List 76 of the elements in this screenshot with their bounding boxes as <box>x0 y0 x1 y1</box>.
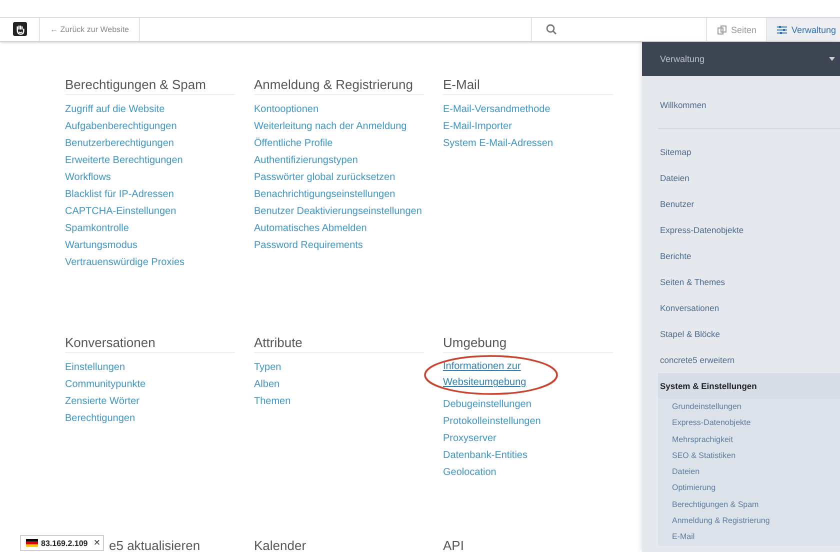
settings-link[interactable]: Kontooptionen <box>254 101 319 118</box>
settings-link[interactable]: Erweiterte Berechtigungen <box>65 152 183 169</box>
sidebar-item[interactable]: concrete5 erweitern <box>658 347 840 373</box>
sidebar-item[interactable]: Konversationen <box>658 295 840 321</box>
sidebar-subitem[interactable]: Anmeldung & Registrierung <box>658 513 840 530</box>
sidebar-item[interactable]: Willkommen <box>658 76 840 129</box>
settings-link[interactable]: Aufgabenberechtigungen <box>65 118 177 135</box>
settings-link[interactable]: Proxyserver <box>443 430 496 447</box>
settings-link[interactable]: Blacklist für IP-Adressen <box>65 186 174 203</box>
sliders-icon <box>777 24 788 34</box>
settings-link[interactable]: Spamkontrolle <box>65 220 129 237</box>
sidebar-title: Verwaltung <box>660 54 705 64</box>
sidebar-item[interactable]: Sitemap <box>658 139 840 165</box>
flag-icon <box>26 539 38 547</box>
section-heading: Berechtigungen & Spam <box>65 77 235 95</box>
sidebar-header[interactable]: Verwaltung <box>642 42 840 76</box>
settings-link[interactable]: Authentifizierungstypen <box>254 152 358 169</box>
section-heading: Umgebung <box>443 335 613 353</box>
settings-link[interactable]: Themen <box>254 393 291 410</box>
settings-link[interactable]: Passwörter global zurücksetzen <box>254 169 396 186</box>
settings-link[interactable]: Berechtigungen <box>65 410 136 427</box>
caret-icon <box>829 57 835 61</box>
section-heading: e5 aktualisieren <box>109 538 200 552</box>
settings-link[interactable]: Zugriff auf die Website <box>65 101 165 118</box>
settings-link[interactable]: Wartungsmodus <box>65 237 138 254</box>
section-heading: Attribute <box>254 335 424 353</box>
settings-link[interactable]: Einstellungen <box>65 359 126 376</box>
pages-button[interactable]: Seiten <box>706 18 766 41</box>
logo-icon[interactable] <box>13 22 27 36</box>
sidebar-item-selected[interactable]: System & Einstellungen <box>658 373 840 399</box>
section-heading: Anmeldung & Registrierung <box>254 77 424 95</box>
section-heading: API <box>443 538 465 552</box>
sidebar-subitem[interactable]: Grundeinstellungen <box>658 399 840 416</box>
back-link[interactable]: ← Zurück zur Website <box>39 18 140 41</box>
section-heading: Konversationen <box>65 335 235 353</box>
settings-link[interactable]: Benutzer Deaktivierungseinstellungen <box>254 203 422 220</box>
settings-link[interactable]: Öffentliche Profile <box>254 135 333 152</box>
sidebar-subitem[interactable]: SEO & Statistiken <box>658 448 840 464</box>
section-heading: Kalender <box>254 538 308 552</box>
settings-link[interactable]: Weiterleitung nach der Anmeldung <box>254 118 407 135</box>
sidebar-subitem[interactable]: Berechtigungen & Spam <box>658 496 840 514</box>
settings-link[interactable]: Automatisches Abmelden <box>254 220 367 237</box>
settings-link[interactable]: Password Requirements <box>254 237 363 254</box>
settings-link[interactable]: Alben <box>254 376 280 393</box>
sidebar-subitem[interactable]: Mehrsprachigkeit <box>658 432 840 448</box>
settings-link[interactable]: System E-Mail-Adressen <box>443 135 554 152</box>
settings-link[interactable]: Geolocation <box>443 464 496 481</box>
settings-link[interactable]: CAPTCHA-Einstellungen <box>65 203 176 220</box>
section-heading: E-Mail <box>443 77 613 95</box>
settings-link[interactable]: Zensierte Wörter <box>65 393 140 410</box>
settings-link[interactable]: Workflows <box>65 169 111 186</box>
close-button[interactable]: × <box>90 537 100 549</box>
dashboard-button[interactable]: Verwaltung <box>766 18 840 41</box>
sidebar-subitem[interactable]: Optimierung <box>658 480 840 497</box>
settings-link[interactable]: Typen <box>254 359 282 376</box>
sidebar-item[interactable]: Berichte <box>658 243 840 269</box>
settings-link[interactable]: E-Mail-Versandmethode <box>443 101 550 118</box>
pages-icon <box>716 24 727 34</box>
sidebar-item[interactable]: Dateien <box>658 165 840 191</box>
settings-link[interactable]: Vertrauenswürdige Proxies <box>65 254 185 271</box>
settings-link[interactable]: E-Mail-Importer <box>443 118 512 135</box>
sidebar-subitem[interactable]: E-Mail <box>658 529 840 546</box>
sidebar-item[interactable]: Stapel & Blöcke <box>658 321 840 347</box>
settings-link[interactable]: Datenbank-Entities <box>443 447 528 464</box>
settings-link[interactable]: Protokolleinstellungen <box>443 413 541 430</box>
sidebar-subitem[interactable]: Express-Datenobjekte <box>658 415 840 432</box>
settings-link[interactable]: Benachrichtigungseinstellungen <box>254 186 396 203</box>
sidebar-subitem[interactable]: Dateien <box>658 464 840 480</box>
sidebar-item[interactable]: Seiten & Themes <box>658 269 840 295</box>
settings-link[interactable]: Debugeinstellungen <box>443 396 532 413</box>
settings-link[interactable]: Benutzerberechtigungen <box>65 135 174 152</box>
sidebar-item[interactable]: Benutzer <box>658 191 840 217</box>
search-icon <box>546 24 557 35</box>
sidebar-item[interactable]: Express-Datenobjekte <box>658 217 840 243</box>
settings-link[interactable]: Communitypunkte <box>65 376 146 393</box>
ip-address: 83.169.2.109 <box>41 538 88 548</box>
